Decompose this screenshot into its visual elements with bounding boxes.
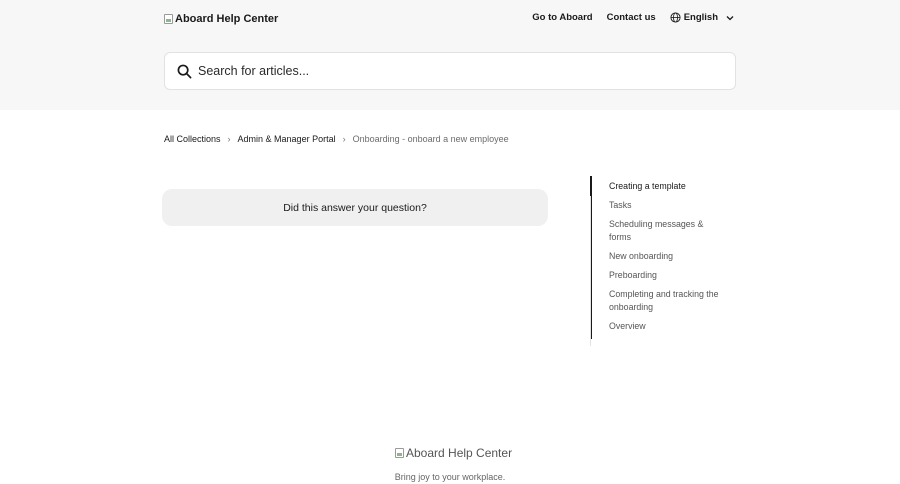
search-bar[interactable] [164,52,736,90]
toc-item-creating-template[interactable]: Creating a template [609,180,720,193]
toc-item-new-onboarding[interactable]: New onboarding [609,250,720,263]
breadcrumb: All Collections › Admin & Manager Portal… [164,134,509,144]
footer-tagline: Bring joy to your workplace. [394,472,506,482]
breadcrumb-admin-portal[interactable]: Admin & Manager Portal [238,134,336,144]
toc-item-tasks[interactable]: Tasks [609,199,720,212]
contact-us-link[interactable]: Contact us [607,12,656,23]
language-label: English [683,12,718,23]
logo-alt-text: Aboard Help Center [175,13,279,25]
footer-logo[interactable]: Aboard Help Center [395,446,512,460]
breadcrumb-all-collections[interactable]: All Collections [164,134,221,144]
toc-item-preboarding[interactable]: Preboarding [609,269,720,282]
chevron-right-icon: › [342,134,346,144]
help-center-logo[interactable]: Aboard Help Center [164,12,278,26]
chevron-right-icon: › [227,134,231,144]
footer-logo-alt-text: Aboard Help Center [406,446,513,460]
feedback-box: Did this answer your question? [162,189,548,226]
globe-icon [670,12,681,23]
table-of-contents: Creating a template Tasks Scheduling mes… [590,176,720,346]
toc-rail [590,196,591,346]
toc-item-scheduling[interactable]: Scheduling messages & forms [609,218,720,244]
feedback-question: Did this answer your question? [283,201,427,214]
search-icon [177,64,192,78]
toc-item-overview[interactable]: Overview [609,320,720,333]
toc-item-completing[interactable]: Completing and tracking the onboarding [609,288,720,314]
broken-image-icon [164,14,173,24]
breadcrumb-current: Onboarding - onboard a new employee [352,134,509,144]
broken-image-icon [395,448,404,458]
language-selector[interactable]: English [670,12,735,23]
top-nav: Go to Aboard Contact us English [532,12,735,23]
search-input[interactable] [198,64,698,78]
chevron-down-icon [726,15,734,20]
header-band: Aboard Help Center Go to Aboard Contact … [0,0,900,110]
go-to-aboard-link[interactable]: Go to Aboard [532,12,592,23]
